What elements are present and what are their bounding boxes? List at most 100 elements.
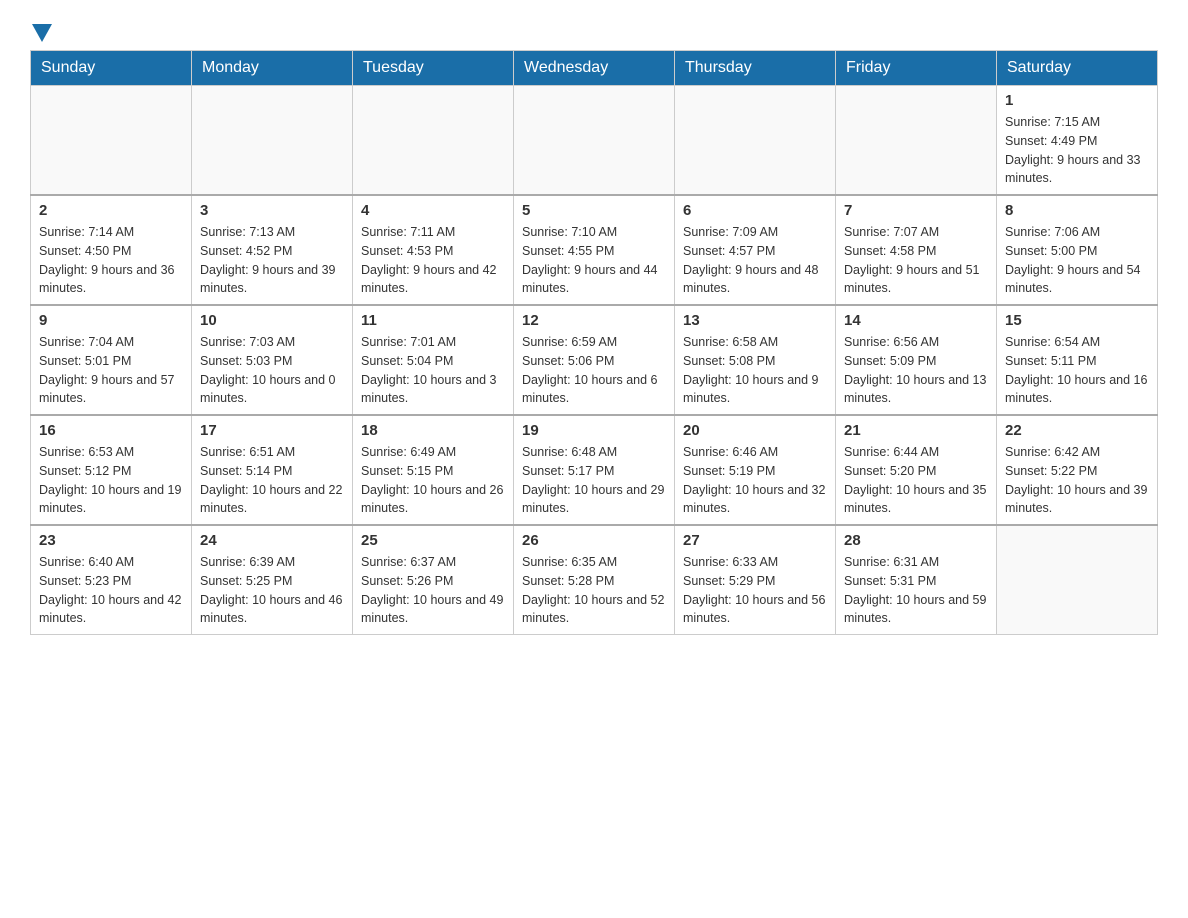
day-info: Sunrise: 6:44 AMSunset: 5:20 PMDaylight:…	[844, 443, 988, 518]
calendar-cell	[836, 86, 997, 196]
calendar-cell: 20 Sunrise: 6:46 AMSunset: 5:19 PMDayligh…	[675, 415, 836, 525]
day-number: 14	[844, 312, 988, 329]
calendar-cell: 11 Sunrise: 7:01 AMSunset: 5:04 PMDayligh…	[353, 305, 514, 415]
calendar-cell: 21 Sunrise: 6:44 AMSunset: 5:20 PMDayligh…	[836, 415, 997, 525]
calendar-cell: 8 Sunrise: 7:06 AMSunset: 5:00 PMDaylight…	[997, 195, 1158, 305]
calendar-cell: 25 Sunrise: 6:37 AMSunset: 5:26 PMDayligh…	[353, 525, 514, 635]
calendar-cell	[31, 86, 192, 196]
calendar-cell: 18Sunrise: 6:49 AMSunset: 5:15 PMDayligh…	[353, 415, 514, 525]
logo	[30, 20, 52, 40]
calendar-cell: 17 Sunrise: 6:51 AMSunset: 5:14 PMDayligh…	[192, 415, 353, 525]
day-info: Sunrise: 6:42 AMSunset: 5:22 PMDaylight:…	[1005, 443, 1149, 518]
day-info: Sunrise: 6:31 AMSunset: 5:31 PMDaylight:…	[844, 553, 988, 628]
day-info: Sunrise: 7:11 AMSunset: 4:53 PMDaylight:…	[361, 223, 505, 298]
day-info: Sunrise: 6:56 AMSunset: 5:09 PMDaylight:…	[844, 333, 988, 408]
day-number: 24	[200, 532, 344, 549]
day-info: Sunrise: 6:35 AMSunset: 5:28 PMDaylight:…	[522, 553, 666, 628]
column-header-friday: Friday	[836, 51, 997, 86]
day-number: 28	[844, 532, 988, 549]
day-number: 1	[1005, 92, 1149, 109]
calendar-cell: 14 Sunrise: 6:56 AMSunset: 5:09 PMDayligh…	[836, 305, 997, 415]
column-header-wednesday: Wednesday	[514, 51, 675, 86]
calendar-cell: 23 Sunrise: 6:40 AMSunset: 5:23 PMDayligh…	[31, 525, 192, 635]
day-info: Sunrise: 6:53 AMSunset: 5:12 PMDaylight:…	[39, 443, 183, 518]
column-header-saturday: Saturday	[997, 51, 1158, 86]
calendar-week-row: 1 Sunrise: 7:15 AMSunset: 4:49 PMDaylight…	[31, 86, 1158, 196]
day-number: 22	[1005, 422, 1149, 439]
day-info: Sunrise: 6:39 AMSunset: 5:25 PMDaylight:…	[200, 553, 344, 628]
day-info: Sunrise: 7:15 AMSunset: 4:49 PMDaylight:…	[1005, 113, 1149, 188]
column-header-thursday: Thursday	[675, 51, 836, 86]
day-number: 7	[844, 202, 988, 219]
day-number: 5	[522, 202, 666, 219]
day-number: 13	[683, 312, 827, 329]
day-number: 19	[522, 422, 666, 439]
day-info: Sunrise: 6:40 AMSunset: 5:23 PMDaylight:…	[39, 553, 183, 628]
day-number: 23	[39, 532, 183, 549]
calendar-cell: 12 Sunrise: 6:59 AMSunset: 5:06 PMDayligh…	[514, 305, 675, 415]
day-info: Sunrise: 7:09 AMSunset: 4:57 PMDaylight:…	[683, 223, 827, 298]
calendar-cell: 9Sunrise: 7:04 AMSunset: 5:01 PMDaylight…	[31, 305, 192, 415]
day-number: 18	[361, 422, 505, 439]
calendar-week-row: 9Sunrise: 7:04 AMSunset: 5:01 PMDaylight…	[31, 305, 1158, 415]
page-header	[30, 20, 1158, 40]
day-number: 6	[683, 202, 827, 219]
day-number: 2	[39, 202, 183, 219]
column-header-sunday: Sunday	[31, 51, 192, 86]
calendar-cell: 26 Sunrise: 6:35 AMSunset: 5:28 PMDayligh…	[514, 525, 675, 635]
day-number: 17	[200, 422, 344, 439]
calendar-table: SundayMondayTuesdayWednesdayThursdayFrid…	[30, 50, 1158, 635]
day-info: Sunrise: 7:07 AMSunset: 4:58 PMDaylight:…	[844, 223, 988, 298]
day-number: 26	[522, 532, 666, 549]
calendar-week-row: 23 Sunrise: 6:40 AMSunset: 5:23 PMDayligh…	[31, 525, 1158, 635]
day-number: 16	[39, 422, 183, 439]
day-number: 8	[1005, 202, 1149, 219]
day-number: 27	[683, 532, 827, 549]
calendar-cell	[514, 86, 675, 196]
day-number: 3	[200, 202, 344, 219]
calendar-cell: 15Sunrise: 6:54 AMSunset: 5:11 PMDayligh…	[997, 305, 1158, 415]
day-number: 21	[844, 422, 988, 439]
day-info: Sunrise: 6:51 AMSunset: 5:14 PMDaylight:…	[200, 443, 344, 518]
calendar-cell: 28 Sunrise: 6:31 AMSunset: 5:31 PMDayligh…	[836, 525, 997, 635]
day-info: Sunrise: 7:13 AMSunset: 4:52 PMDaylight:…	[200, 223, 344, 298]
day-number: 20	[683, 422, 827, 439]
calendar-cell: 13 Sunrise: 6:58 AMSunset: 5:08 PMDayligh…	[675, 305, 836, 415]
calendar-cell: 4 Sunrise: 7:11 AMSunset: 4:53 PMDaylight…	[353, 195, 514, 305]
day-info: Sunrise: 6:58 AMSunset: 5:08 PMDaylight:…	[683, 333, 827, 408]
day-info: Sunrise: 7:03 AMSunset: 5:03 PMDaylight:…	[200, 333, 344, 408]
calendar-cell: 27 Sunrise: 6:33 AMSunset: 5:29 PMDayligh…	[675, 525, 836, 635]
day-number: 10	[200, 312, 344, 329]
logo-arrow-icon	[32, 24, 52, 42]
day-number: 25	[361, 532, 505, 549]
day-info: Sunrise: 6:46 AMSunset: 5:19 PMDaylight:…	[683, 443, 827, 518]
calendar-cell	[192, 86, 353, 196]
day-info: Sunrise: 6:59 AMSunset: 5:06 PMDaylight:…	[522, 333, 666, 408]
calendar-cell: 7 Sunrise: 7:07 AMSunset: 4:58 PMDaylight…	[836, 195, 997, 305]
day-number: 9	[39, 312, 183, 329]
column-header-monday: Monday	[192, 51, 353, 86]
calendar-cell: 10 Sunrise: 7:03 AMSunset: 5:03 PMDayligh…	[192, 305, 353, 415]
calendar-cell: 22 Sunrise: 6:42 AMSunset: 5:22 PMDayligh…	[997, 415, 1158, 525]
calendar-week-row: 16 Sunrise: 6:53 AMSunset: 5:12 PMDayligh…	[31, 415, 1158, 525]
calendar-cell: 1 Sunrise: 7:15 AMSunset: 4:49 PMDaylight…	[997, 86, 1158, 196]
day-info: Sunrise: 6:33 AMSunset: 5:29 PMDaylight:…	[683, 553, 827, 628]
day-info: Sunrise: 7:06 AMSunset: 5:00 PMDaylight:…	[1005, 223, 1149, 298]
calendar-cell: 16 Sunrise: 6:53 AMSunset: 5:12 PMDayligh…	[31, 415, 192, 525]
day-number: 11	[361, 312, 505, 329]
day-info: Sunrise: 7:01 AMSunset: 5:04 PMDaylight:…	[361, 333, 505, 408]
day-info: Sunrise: 7:10 AMSunset: 4:55 PMDaylight:…	[522, 223, 666, 298]
day-number: 4	[361, 202, 505, 219]
day-info: Sunrise: 7:14 AMSunset: 4:50 PMDaylight:…	[39, 223, 183, 298]
calendar-cell	[353, 86, 514, 196]
calendar-cell: 3 Sunrise: 7:13 AMSunset: 4:52 PMDaylight…	[192, 195, 353, 305]
calendar-cell: 6 Sunrise: 7:09 AMSunset: 4:57 PMDaylight…	[675, 195, 836, 305]
day-number: 15	[1005, 312, 1149, 329]
calendar-week-row: 2 Sunrise: 7:14 AMSunset: 4:50 PMDaylight…	[31, 195, 1158, 305]
day-info: Sunrise: 6:37 AMSunset: 5:26 PMDaylight:…	[361, 553, 505, 628]
calendar-cell: 5 Sunrise: 7:10 AMSunset: 4:55 PMDaylight…	[514, 195, 675, 305]
column-header-tuesday: Tuesday	[353, 51, 514, 86]
calendar-header-row: SundayMondayTuesdayWednesdayThursdayFrid…	[31, 51, 1158, 86]
calendar-cell	[997, 525, 1158, 635]
day-number: 12	[522, 312, 666, 329]
